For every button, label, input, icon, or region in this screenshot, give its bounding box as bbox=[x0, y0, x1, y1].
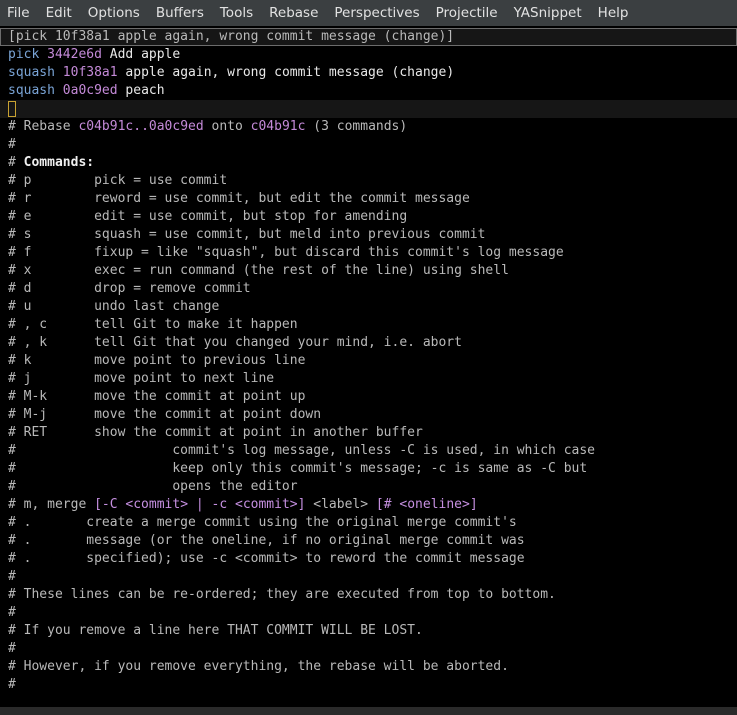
current-commit-line[interactable]: [pick 10f38a1 apple again, wrong commit … bbox=[8, 28, 454, 46]
command-help-line: # f fixup = like "squash", but discard t… bbox=[8, 245, 564, 260]
command-help-line: # p pick = use commit bbox=[8, 173, 228, 188]
menu-edit[interactable]: Edit bbox=[38, 5, 80, 21]
commit-hash: 0a0c9ed bbox=[62, 83, 118, 98]
command-help-line: # M-k move the commit at point up bbox=[8, 389, 306, 404]
menu-projectile[interactable]: Projectile bbox=[428, 5, 506, 21]
command-help-line: # , k tell Git that you changed your min… bbox=[8, 335, 462, 350]
text-cursor bbox=[8, 101, 16, 117]
merge-command-line: # m, merge [-C <commit> | -c <commit>] <… bbox=[8, 497, 478, 512]
command-help-line: # k move point to previous line bbox=[8, 353, 306, 368]
comment-line: # If you remove a line here THAT COMMIT … bbox=[8, 623, 423, 638]
command-help-line: # j move point to next line bbox=[8, 371, 275, 386]
command-help-line: # RET show the commit at point in anothe… bbox=[8, 425, 423, 440]
comment-line: # However, if you remove everything, the… bbox=[8, 659, 509, 674]
commit-message: apple again, wrong commit message (chang… bbox=[125, 65, 455, 80]
todo-line[interactable]: squash 10f38a1 apple again, wrong commit… bbox=[8, 64, 454, 82]
commit-message: Add apple bbox=[109, 47, 181, 62]
menu-file[interactable]: File bbox=[0, 5, 38, 21]
command-help-line: # d drop = remove commit bbox=[8, 281, 251, 296]
command-help-line: # commit's log message, unless -C is use… bbox=[8, 443, 595, 458]
todo-action: pick bbox=[8, 47, 40, 62]
menu-yasnippet[interactable]: YASnippet bbox=[506, 5, 590, 21]
comment-line: # bbox=[8, 641, 16, 656]
menu-bar: File Edit Options Buffers Tools Rebase P… bbox=[0, 0, 737, 26]
merge-help-line: # . specified); use -c <commit> to rewor… bbox=[8, 551, 525, 566]
menu-rebase[interactable]: Rebase bbox=[261, 5, 326, 21]
menu-perspectives[interactable]: Perspectives bbox=[326, 5, 427, 21]
command-help-line: # s squash = use commit, but meld into p… bbox=[8, 227, 486, 242]
comment-line: # bbox=[8, 137, 16, 152]
menu-help[interactable]: Help bbox=[590, 5, 637, 21]
comment-line: # These lines can be re-ordered; they ar… bbox=[8, 587, 556, 602]
command-help-line: # keep only this commit's message; -c is… bbox=[8, 461, 588, 476]
onto-hash: c04b91c bbox=[250, 119, 306, 134]
commands-heading: # Commands: bbox=[8, 155, 95, 170]
command-help-line: # x exec = run command (the rest of the … bbox=[8, 263, 509, 278]
command-help-line: # r reword = use commit, but edit the co… bbox=[8, 191, 470, 206]
cursor-line-highlight bbox=[0, 100, 737, 118]
command-help-line: # opens the editor bbox=[8, 479, 298, 494]
command-help-line: # e edit = use commit, but stop for amen… bbox=[8, 209, 408, 224]
todo-line[interactable]: pick 3442e6d Add apple bbox=[8, 46, 180, 64]
commit-message: peach bbox=[125, 83, 165, 98]
todo-line[interactable]: squash 0a0c9ed peach bbox=[8, 82, 165, 100]
merge-help-line: # . create a merge commit using the orig… bbox=[8, 515, 517, 530]
rebase-summary-line: # Rebase c04b91c..0a0c9ed onto c04b91c (… bbox=[8, 119, 408, 134]
menu-options[interactable]: Options bbox=[80, 5, 148, 21]
editor-buffer[interactable]: [pick 10f38a1 apple again, wrong commit … bbox=[0, 27, 737, 707]
comment-line: # bbox=[8, 569, 16, 584]
rebase-range: c04b91c..0a0c9ed bbox=[78, 119, 204, 134]
commit-hash: 10f38a1 bbox=[62, 65, 118, 80]
command-help-line: # , c tell Git to make it happen bbox=[8, 317, 298, 332]
todo-action: squash bbox=[8, 83, 55, 98]
command-help-line: # u undo last change bbox=[8, 299, 220, 314]
menu-tools[interactable]: Tools bbox=[212, 5, 261, 21]
comment-line: # bbox=[8, 605, 16, 620]
comment-line: # bbox=[8, 677, 16, 692]
todo-action: squash bbox=[8, 65, 55, 80]
command-help-line: # M-j move the commit at point down bbox=[8, 407, 322, 422]
menu-buffers[interactable]: Buffers bbox=[148, 5, 212, 21]
window-bottom-edge bbox=[0, 707, 737, 715]
merge-help-line: # . message (or the oneline, if no origi… bbox=[8, 533, 525, 548]
commit-hash: 3442e6d bbox=[47, 47, 102, 62]
